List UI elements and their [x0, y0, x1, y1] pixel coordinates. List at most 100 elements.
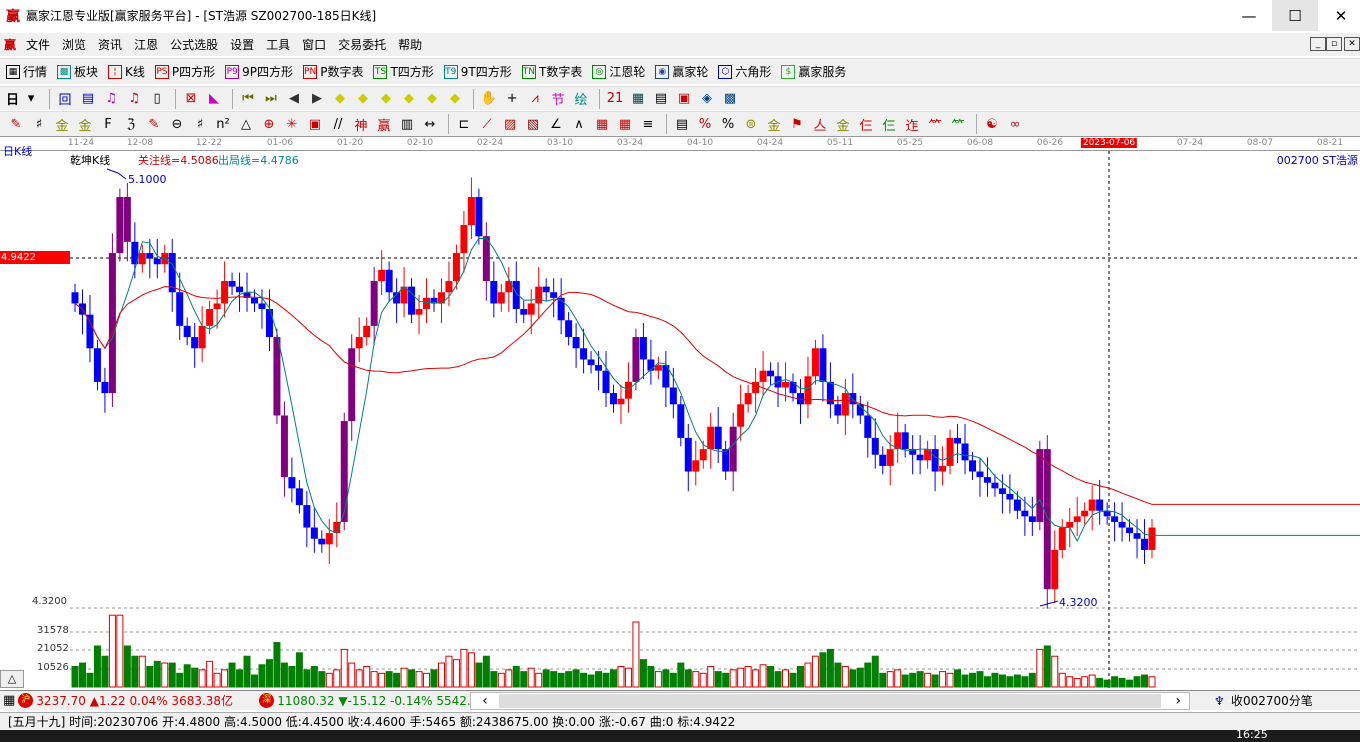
toolbar-p-number-table-button[interactable]: PN P数字表 — [303, 63, 363, 80]
calendar-icon[interactable]: 21 — [605, 89, 625, 109]
gold2-icon[interactable]: 金 — [75, 114, 95, 134]
quote-table-icon[interactable]: ▦ — [3, 693, 15, 708]
save-icon[interactable]: ▣ — [674, 89, 694, 109]
gold3-icon[interactable]: 金 — [764, 114, 784, 134]
menu-item-5[interactable]: 设置 — [224, 36, 260, 53]
calculator-icon[interactable]: ▦ — [628, 89, 648, 109]
shanghai-index[interactable]: 3237.70 ▲1.22 0.04% 3683.38亿 — [36, 692, 256, 709]
menu-item-6[interactable]: 工具 — [260, 36, 296, 53]
grid2-icon[interactable]: ▦ — [615, 114, 635, 134]
document-icon[interactable]: ▤ — [651, 89, 671, 109]
fib-icon[interactable]: F — [98, 114, 118, 134]
chart-canvas[interactable] — [0, 137, 1360, 689]
toolbar-sectors-button[interactable]: ▩ 板块 — [57, 63, 98, 80]
weekly-icon[interactable]: 回 — [55, 89, 75, 109]
toolbar-gann-wheel-button[interactable]: ◎ 江恩轮 — [592, 63, 645, 80]
menu-item-8[interactable]: 交易委托 — [332, 36, 392, 53]
target-icon[interactable]: ⊕ — [259, 114, 279, 134]
wave-icon[interactable]: ∧ — [569, 114, 589, 134]
menu-item-0[interactable]: 文件 — [20, 36, 56, 53]
a2-icon[interactable]: 金 — [833, 114, 853, 134]
slash-icon[interactable]: ≡ — [638, 114, 658, 134]
gold1-icon[interactable]: 金 — [52, 114, 72, 134]
k-icon-icon[interactable]: ⊠ — [181, 89, 201, 109]
expand-icon[interactable]: ◆ — [376, 89, 396, 109]
square-fan-icon[interactable]: ▨ — [500, 114, 520, 134]
tool-icon[interactable]: 绘 — [571, 89, 591, 109]
percent-icon[interactable]: % — [718, 114, 738, 134]
toolbar-winner-service-button[interactable]: $ 赢家服务 — [781, 63, 846, 80]
toolbar-t-number-table-button[interactable]: TN T数字表 — [521, 63, 582, 80]
grid1-icon[interactable]: ▦ — [592, 114, 612, 134]
right-arrow-icon[interactable]: ◆ — [353, 89, 373, 109]
toolbar-market-quotes-button[interactable]: ▦ 行情 — [6, 63, 47, 80]
triangle-icon[interactable]: △ — [236, 114, 256, 134]
menu-item-4[interactable]: 公式选股 — [164, 36, 224, 53]
a4-icon[interactable]: 仨 — [879, 114, 899, 134]
toolbar-p-square-button[interactable]: PS P四方形 — [154, 63, 215, 80]
maximize-button[interactable]: ☐ — [1272, 0, 1318, 31]
toolbar-hexagon-button[interactable]: ⬡ 六角形 — [718, 63, 771, 80]
lines2-icon[interactable]: ♯ — [190, 114, 210, 134]
mdi-restore-button[interactable]: ▫ — [1326, 37, 1342, 51]
draw-icon[interactable]: ◣ — [204, 89, 224, 109]
box-icon[interactable]: ▣ — [305, 114, 325, 134]
yin-yang-icon[interactable]: ☯ — [982, 114, 1002, 134]
minimize-button[interactable]: — — [1226, 0, 1272, 31]
angle-icon[interactable]: ∠ — [546, 114, 566, 134]
zoom-out-icon[interactable]: ◆ — [445, 89, 465, 109]
network-icon[interactable]: ◈ — [697, 89, 717, 109]
period-dropdown-icon[interactable]: ▾ — [21, 89, 41, 109]
chart3-icon[interactable]: ♫ — [101, 89, 121, 109]
period-selector[interactable]: 日 — [6, 89, 19, 108]
last-icon[interactable]: ⏭ — [261, 89, 281, 109]
toolbar-winner-wheel-button[interactable]: ◉ 赢家轮 — [655, 63, 708, 80]
toolbar-9t-square-button[interactable]: T9 9T四方形 — [443, 63, 512, 80]
node-icon[interactable]: 节 — [548, 89, 568, 109]
kline-chart[interactable] — [0, 136, 1360, 689]
shrink-icon[interactable]: ◆ — [399, 89, 419, 109]
fan-icon[interactable]: ⟋ — [477, 114, 497, 134]
circle-icon[interactable]: ⊖ — [167, 114, 187, 134]
printer-icon[interactable]: ▩ — [720, 89, 740, 109]
pen2-icon[interactable]: ✎ — [144, 114, 164, 134]
coin-icon[interactable]: ⊜ — [741, 114, 761, 134]
mdi-close-button[interactable]: ✕ — [1344, 37, 1360, 51]
a5-icon[interactable]: 迮 — [902, 114, 922, 134]
close-button[interactable]: ✕ — [1318, 0, 1360, 31]
crosshair-icon[interactable]: + — [502, 89, 522, 109]
infinity-icon[interactable]: ∞ — [1005, 114, 1025, 134]
first-icon[interactable]: ⏮ — [238, 89, 258, 109]
grid-fan-icon[interactable]: ▧ — [523, 114, 543, 134]
menu-item-2[interactable]: 资讯 — [92, 36, 128, 53]
lines-icon[interactable]: ♯ — [29, 114, 49, 134]
pen-icon[interactable]: ✎ — [6, 114, 26, 134]
frame-icon[interactable]: ⊏ — [454, 114, 474, 134]
ruler-icon[interactable]: ▥ — [397, 114, 417, 134]
a7-icon[interactable]: ⺮ — [948, 114, 968, 134]
menu-item-1[interactable]: 浏览 — [56, 36, 92, 53]
scroll-right-button[interactable]: › — [1175, 693, 1181, 709]
menu-item-7[interactable]: 窗口 — [296, 36, 332, 53]
percent-red-icon[interactable]: % — [695, 114, 715, 134]
table-icon[interactable]: ▤ — [672, 114, 692, 134]
shen-icon[interactable]: 神 — [351, 114, 371, 134]
n2-icon[interactable]: n² — [213, 114, 233, 134]
collapse-panel-button[interactable]: △ — [0, 670, 24, 688]
mdi-minimize-button[interactable]: _ — [1310, 37, 1326, 51]
flag-icon[interactable]: ⚑ — [787, 114, 807, 134]
next-icon[interactable]: ▶ — [307, 89, 327, 109]
spiral-icon[interactable]: ℨ — [121, 114, 141, 134]
hand-icon[interactable]: ✋ — [479, 89, 499, 109]
scroll-thumb[interactable] — [499, 693, 1161, 708]
a6-icon[interactable]: ⺮ — [925, 114, 945, 134]
shenzhen-index[interactable]: 11080.32 ▼-15.12 -0.14% 5542.38 — [277, 694, 492, 708]
toolbar-9p-square-button[interactable]: P9 9P四方形 — [225, 63, 293, 80]
zoom-in-icon[interactable]: ◆ — [422, 89, 442, 109]
left-arrow-icon[interactable]: ◆ — [330, 89, 350, 109]
toolbar-kline-button[interactable]: ¦ K线 — [108, 63, 145, 80]
menu-item-3[interactable]: 江恩 — [128, 36, 164, 53]
ying-icon[interactable]: 赢 — [374, 114, 394, 134]
chart9-icon[interactable]: ♫ — [124, 89, 144, 109]
a3-icon[interactable]: 仨 — [856, 114, 876, 134]
